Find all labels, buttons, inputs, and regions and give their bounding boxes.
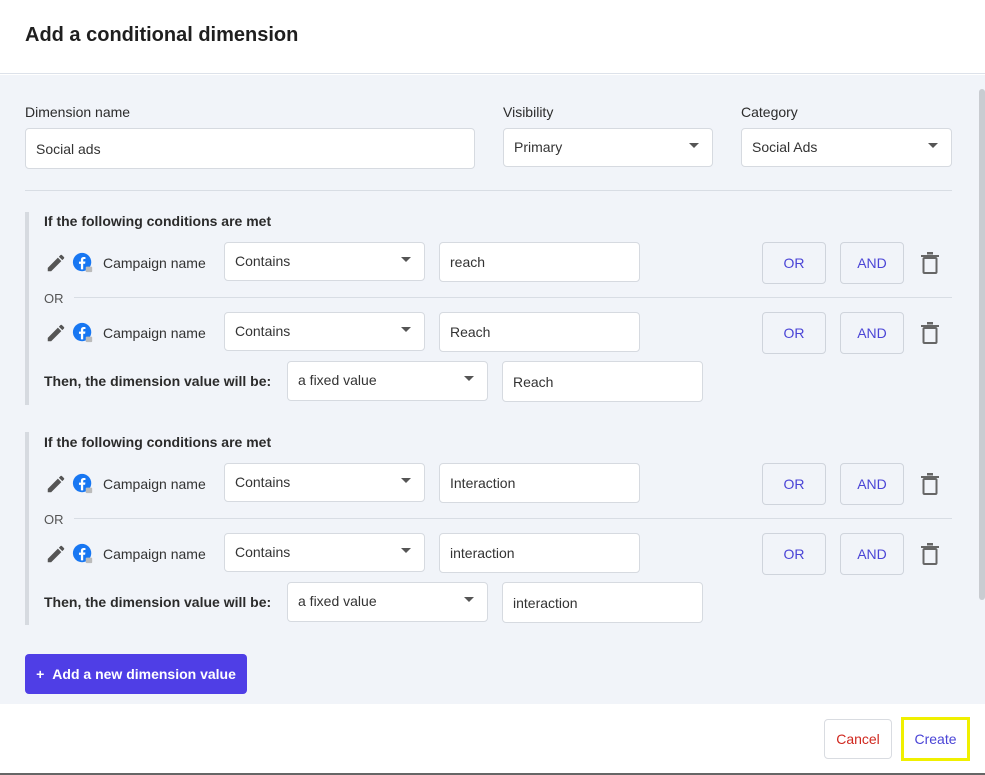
chevron-down-icon xyxy=(401,257,411,262)
or-button[interactable]: OR xyxy=(762,312,826,354)
then-label: Then, the dimension value will be: xyxy=(44,594,272,610)
operator-select[interactable]: Contains xyxy=(224,242,425,281)
dialog-title: Add a conditional dimension xyxy=(25,24,299,46)
and-button[interactable]: AND xyxy=(840,312,904,354)
operator-select[interactable]: Contains xyxy=(224,312,425,351)
trash-icon[interactable] xyxy=(920,252,940,274)
divider xyxy=(25,190,952,191)
chevron-down-icon xyxy=(401,548,411,553)
visibility-select[interactable]: Primary xyxy=(503,128,713,167)
operator-select[interactable]: Contains xyxy=(224,533,425,572)
dimension-value-input[interactable]: Reach xyxy=(502,361,703,402)
dialog-body: Dimension name Social ads Visibility Pri… xyxy=(0,75,985,704)
and-button[interactable]: AND xyxy=(840,533,904,575)
chevron-down-icon xyxy=(401,478,411,483)
condition-value-input[interactable]: interaction xyxy=(439,533,640,573)
scrollbar-thumb[interactable] xyxy=(979,89,985,600)
visibility-value: Primary xyxy=(514,139,563,155)
or-separator-label: OR xyxy=(44,512,64,527)
condition-field: Campaign name xyxy=(103,546,206,562)
value-type-value: a fixed value xyxy=(298,372,377,388)
group-title: If the following conditions are met xyxy=(44,434,272,450)
chevron-down-icon xyxy=(401,327,411,332)
facebook-icon xyxy=(72,473,93,494)
operator-value: Contains xyxy=(235,544,291,560)
category-value: Social Ads xyxy=(752,139,818,155)
condition-value-input[interactable]: Interaction xyxy=(439,463,640,503)
dialog-header: Add a conditional dimension xyxy=(0,0,985,74)
visibility-label: Visibility xyxy=(503,104,554,120)
chevron-down-icon xyxy=(928,143,938,148)
add-dimension-value-button[interactable]: + Add a new dimension value xyxy=(25,654,247,694)
condition-field: Campaign name xyxy=(103,476,206,492)
operator-value: Contains xyxy=(235,474,291,490)
facebook-icon xyxy=(72,252,93,273)
category-label: Category xyxy=(741,104,798,120)
condition-field: Campaign name xyxy=(103,325,206,341)
or-button[interactable]: OR xyxy=(762,533,826,575)
pencil-icon[interactable] xyxy=(45,473,67,495)
or-divider xyxy=(74,297,952,298)
group-indicator xyxy=(25,212,29,405)
and-button[interactable]: AND xyxy=(840,463,904,505)
value-type-value: a fixed value xyxy=(298,593,377,609)
facebook-icon xyxy=(72,322,93,343)
trash-icon[interactable] xyxy=(920,473,940,495)
condition-value-input[interactable]: Reach xyxy=(439,312,640,352)
plus-icon: + xyxy=(36,666,45,682)
operator-select[interactable]: Contains xyxy=(224,463,425,502)
chevron-down-icon xyxy=(464,376,474,381)
or-button[interactable]: OR xyxy=(762,463,826,505)
or-button[interactable]: OR xyxy=(762,242,826,284)
dialog-footer: Cancel Create xyxy=(0,704,985,775)
operator-value: Contains xyxy=(235,253,291,269)
group-indicator xyxy=(25,432,29,625)
condition-field: Campaign name xyxy=(103,255,206,271)
chevron-down-icon xyxy=(464,597,474,602)
then-label: Then, the dimension value will be: xyxy=(44,373,272,389)
or-separator-label: OR xyxy=(44,291,64,306)
trash-icon[interactable] xyxy=(920,543,940,565)
or-divider xyxy=(74,518,952,519)
dimension-value-input[interactable]: interaction xyxy=(502,582,703,623)
pencil-icon[interactable] xyxy=(45,543,67,565)
operator-value: Contains xyxy=(235,323,291,339)
value-type-select[interactable]: a fixed value xyxy=(287,582,488,622)
dimension-name-input[interactable]: Social ads xyxy=(25,128,475,169)
create-button[interactable]: Create xyxy=(901,717,970,761)
dimension-name-label: Dimension name xyxy=(25,104,131,120)
cancel-button[interactable]: Cancel xyxy=(824,719,892,759)
chevron-down-icon xyxy=(689,143,699,148)
pencil-icon[interactable] xyxy=(45,252,67,274)
category-select[interactable]: Social Ads xyxy=(741,128,952,167)
condition-value-input[interactable]: reach xyxy=(439,242,640,282)
facebook-icon xyxy=(72,543,93,564)
pencil-icon[interactable] xyxy=(45,322,67,344)
add-dimension-value-label: Add a new dimension value xyxy=(52,666,236,682)
and-button[interactable]: AND xyxy=(840,242,904,284)
trash-icon[interactable] xyxy=(920,322,940,344)
scrollbar-track[interactable] xyxy=(979,75,985,704)
value-type-select[interactable]: a fixed value xyxy=(287,361,488,401)
group-title: If the following conditions are met xyxy=(44,213,272,229)
